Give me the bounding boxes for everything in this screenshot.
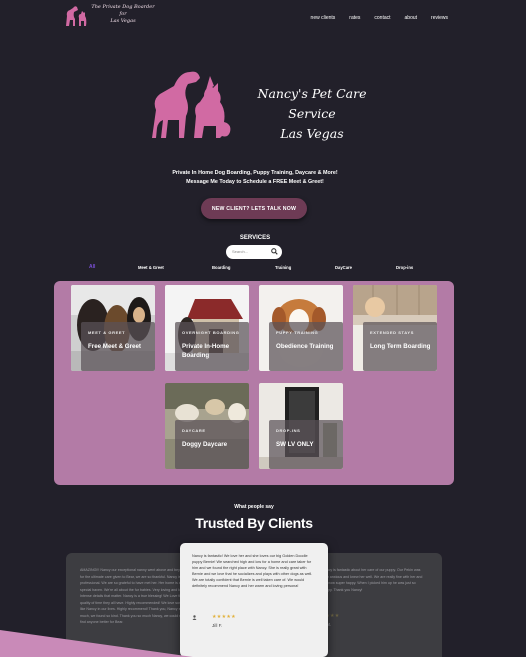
new-client-cta-button[interactable]: NEW CLIENT? LETS TALK NOW — [201, 198, 307, 219]
search-icon[interactable] — [271, 248, 278, 255]
logo-text: The Private Dog Boarder for Las Vegas — [91, 4, 155, 24]
card-caption: PUPPY TRAINING Obedience Training — [269, 322, 343, 371]
services-title: SERVICES — [239, 235, 271, 241]
featured-testimonial-text: Nancy is fantastic! We love her and she … — [192, 554, 313, 588]
hero-tagline: Private In Home Dog Boarding, Puppy Trai… — [172, 170, 338, 185]
search-placeholder: Search... — [232, 249, 249, 254]
filter-training[interactable]: Training — [275, 265, 291, 270]
card-category: OVERNIGHT BOARDING — [182, 330, 240, 335]
card-title: Doggy Daycare — [182, 441, 228, 448]
card-title: Long Term Boarding — [370, 343, 431, 350]
services-search-input[interactable]: Search... — [226, 245, 282, 259]
card-caption: EXTENDED STAYS Long Term Boarding — [363, 322, 437, 371]
service-filter-tabs: All Meet & Greet Boarding Training DayCa… — [77, 264, 437, 274]
main-nav: new clients rates contact about reviews — [311, 15, 448, 21]
site-logo[interactable]: The Private Dog Boarder for Las Vegas — [62, 2, 155, 30]
featured-testimonial-card[interactable]: Nancy is fantastic! We love her and she … — [180, 543, 328, 657]
service-card-extended-stays[interactable]: EXTENDED STAYS Long Term Boarding — [353, 285, 437, 371]
card-caption: OVERNIGHT BOARDING Private In-Home Board… — [175, 322, 249, 371]
card-category: PUPPY TRAINING — [276, 330, 319, 335]
service-card-boarding[interactable]: OVERNIGHT BOARDING Private In-Home Board… — [165, 285, 249, 371]
testimonials-title: Trusted By Clients — [195, 515, 313, 531]
service-card-meet-greet[interactable]: MEET & GREET Free Meet & Greet — [71, 285, 155, 371]
top-bar: The Private Dog Boarder for Las Vegas ne… — [0, 0, 526, 34]
card-title: Obedience Training — [276, 343, 334, 350]
featured-testimonial-name: Jill F. — [212, 623, 223, 628]
filter-all[interactable]: All — [89, 264, 95, 270]
services-panel: MEET & GREET Free Meet & Greet OVERNIGHT… — [54, 281, 454, 485]
card-caption: DAYCARE Doggy Daycare — [175, 420, 249, 469]
card-category: EXTENDED STAYS — [370, 330, 414, 335]
filter-drop-ins[interactable]: Drop-ins — [396, 265, 413, 270]
card-caption: DROP-INS SW LV ONLY — [269, 420, 343, 469]
service-card-drop-ins[interactable]: DROP-INS SW LV ONLY — [259, 383, 343, 469]
testimonials-subtitle: What people say — [234, 504, 274, 510]
card-category: DAYCARE — [182, 428, 206, 433]
nav-rates[interactable]: rates — [349, 15, 360, 21]
card-category: DROP-INS — [276, 428, 301, 433]
nav-contact[interactable]: contact — [374, 15, 390, 21]
testimonial-left-text: AMAZING!!! Nancy our exceptional nanny w… — [80, 568, 190, 624]
hero-title: Nancy's Pet Care Service Las Vegas — [257, 86, 367, 141]
nav-reviews[interactable]: reviews — [431, 15, 448, 21]
card-title: SW LV ONLY — [276, 441, 314, 448]
filter-meet-greet[interactable]: Meet & Greet — [138, 265, 164, 270]
service-card-training[interactable]: PUPPY TRAINING Obedience Training — [259, 285, 343, 371]
service-card-daycare[interactable]: DAYCARE Doggy Daycare — [165, 383, 249, 469]
testimonial-right-text: Nancy is fantastic about her care of our… — [322, 568, 423, 592]
decorative-pink-shape — [0, 630, 193, 657]
user-icon — [192, 615, 197, 620]
dog-cat-silhouette-icon — [152, 71, 231, 138]
filter-daycare[interactable]: DayCare — [335, 265, 352, 270]
card-caption: MEET & GREET Free Meet & Greet — [81, 322, 155, 371]
card-category: MEET & GREET — [88, 330, 126, 335]
card-title: Free Meet & Greet — [88, 343, 141, 350]
dog-cat-logo-icon — [66, 6, 87, 26]
card-title: Private In-Home Boarding — [182, 343, 230, 359]
nav-new-clients[interactable]: new clients — [311, 15, 336, 21]
filter-boarding[interactable]: Boarding — [212, 265, 230, 270]
featured-testimonial-stars: ★★★★★ — [212, 614, 236, 620]
nav-about[interactable]: about — [405, 15, 418, 21]
